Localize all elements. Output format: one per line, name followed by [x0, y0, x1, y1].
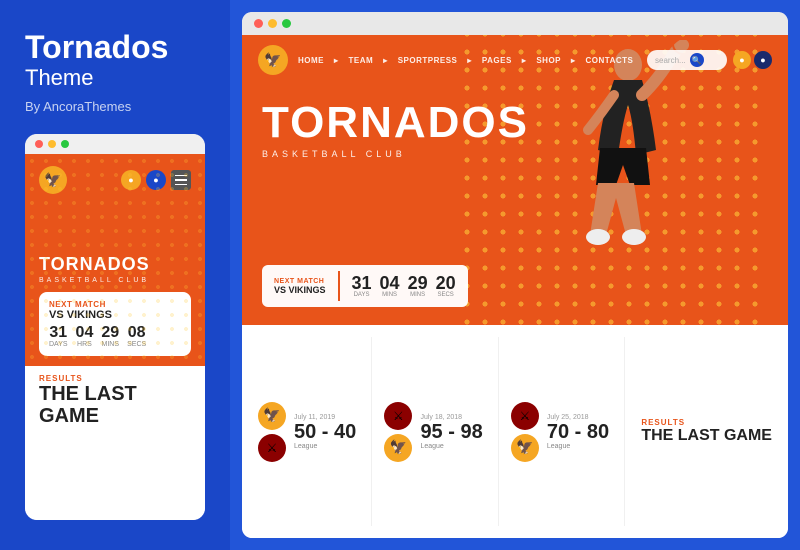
brand-subtitle: Theme [25, 65, 205, 91]
mobile-dot-pattern [25, 154, 205, 366]
search-icon[interactable]: 🔍 [690, 53, 704, 67]
desktop-count-days: 31 Days [352, 274, 372, 298]
result-logos-1: 🦅 ⚔ [258, 402, 286, 462]
result-card-3: ⚔ 🦅 July 25, 2018 70 - 80 League [499, 337, 625, 526]
nav-sep2: ▸ [467, 56, 472, 65]
desktop-user-buttons: ● ● [733, 51, 772, 69]
desktop-hero-main: TORNADOS BASKETBALL CLUB [242, 85, 788, 159]
result-logo-vikings-1: ⚔ [258, 434, 286, 462]
results-last-game: RESULTS THE LAST GAME [625, 337, 772, 526]
result-logos-2: ⚔ 🦅 [384, 402, 412, 462]
desktop-nav: 🦅 HOME ▸ TEAM ▸ SPORTPRESS ▸ PAGES ▸ SHO… [242, 35, 788, 85]
desktop-match-label: NEXT MATCH [274, 278, 326, 285]
mobile-hero: 🦅 ● ● TORNADOS BASKETBALL CLUB NEXT MATC… [25, 154, 205, 366]
nav-team-label[interactable]: TEAM [349, 56, 374, 65]
mobile-hero-subtitle: BASKETBALL CLUB [39, 277, 191, 284]
desktop-dot-green[interactable] [282, 19, 291, 28]
desktop-results-section: 🦅 ⚔ July 11, 2019 50 - 40 League ⚔ 🦅 [242, 325, 788, 538]
mobile-titlebar [25, 134, 205, 154]
nav-home[interactable]: HOME [298, 56, 324, 65]
desktop-user-btn-blue[interactable]: ● [754, 51, 772, 69]
mobile-dot-yellow [48, 140, 56, 148]
desktop-titlebar [242, 12, 788, 35]
nav-contacts[interactable]: CONTACTS [586, 56, 634, 65]
countdown-separator [338, 271, 340, 301]
mobile-results-label: RESULTS [39, 374, 191, 383]
desktop-countdown: 31 Days 04 Mins 29 Mins 20 [352, 274, 456, 298]
nav-sportpress[interactable]: SPORTPRESS [398, 56, 458, 65]
mobile-dot-green [61, 140, 69, 148]
mobile-results-title: THE LAST GAME [39, 383, 191, 427]
result-card-2: ⚔ 🦅 July 18, 2018 95 - 98 League [372, 337, 498, 526]
desktop-user-btn-orange[interactable]: ● [733, 51, 751, 69]
nav-sep4: ▸ [571, 56, 576, 65]
result-score-block-1: July 11, 2019 50 - 40 League [294, 414, 356, 450]
result-logo-tornados-2: 🦅 [384, 434, 412, 462]
right-panel: 🦅 HOME ▸ TEAM ▸ SPORTPRESS ▸ PAGES ▸ SHO… [230, 0, 800, 550]
result-score-block-3: July 25, 2018 70 - 80 League [547, 414, 609, 450]
nav-pages[interactable]: PAGES [482, 56, 512, 65]
nav-team[interactable]: ▸ [334, 56, 339, 65]
desktop-hero: 🦅 HOME ▸ TEAM ▸ SPORTPRESS ▸ PAGES ▸ SHO… [242, 35, 788, 325]
results-last-title: THE LAST GAME [641, 427, 772, 445]
desktop-dot-yellow[interactable] [268, 19, 277, 28]
desktop-match-info: NEXT MATCH VS VIKINGS [274, 278, 326, 295]
nav-sep1: ▸ [383, 56, 388, 65]
desktop-count-mins: 04 Mins [380, 274, 400, 298]
desktop-nav-links: HOME ▸ TEAM ▸ SPORTPRESS ▸ PAGES ▸ SHOP … [298, 56, 633, 65]
left-panel: Tornados Theme By AncoraThemes 🦅 ● ● [0, 0, 230, 550]
result-logo-vikings-2: ⚔ [384, 402, 412, 430]
desktop-content: 🦅 HOME ▸ TEAM ▸ SPORTPRESS ▸ PAGES ▸ SHO… [242, 35, 788, 538]
brand-title: Tornados [25, 30, 205, 65]
result-card-1: 🦅 ⚔ July 11, 2019 50 - 40 League [258, 337, 372, 526]
nav-shop[interactable]: SHOP [536, 56, 561, 65]
search-placeholder: search... [655, 56, 686, 65]
mobile-dot-red [35, 140, 43, 148]
desktop-count-mins2: 29 Mins [408, 274, 428, 298]
desktop-count-secs: 20 Secs [436, 274, 456, 298]
desktop-match-vs: VS VIKINGS [274, 285, 326, 295]
mobile-results-section: RESULTS THE LAST GAME [25, 366, 205, 520]
desktop-match-bar: NEXT MATCH VS VIKINGS 31 Days 04 Mins [262, 265, 468, 307]
brand-by: By AncoraThemes [25, 99, 205, 114]
desktop-nav-right: search... 🔍 ● ● [647, 50, 772, 70]
desktop-logo: 🦅 [258, 45, 288, 75]
nav-sep3: ▸ [522, 56, 527, 65]
desktop-hero-subtitle: BASKETBALL CLUB [262, 149, 768, 159]
desktop-mockup: 🦅 HOME ▸ TEAM ▸ SPORTPRESS ▸ PAGES ▸ SHO… [242, 12, 788, 538]
result-logo-vikings-3: ⚔ [511, 402, 539, 430]
desktop-hero-title: TORNADOS [262, 101, 768, 145]
results-last-label: RESULTS [641, 418, 772, 427]
desktop-dot-red[interactable] [254, 19, 263, 28]
result-logo-tornados-1: 🦅 [258, 402, 286, 430]
result-logo-tornados-3: 🦅 [511, 434, 539, 462]
result-logos-3: ⚔ 🦅 [511, 402, 539, 462]
mobile-mockup: 🦅 ● ● TORNADOS BASKETBALL CLUB NEXT MATC… [25, 134, 205, 520]
result-score-block-2: July 18, 2018 95 - 98 League [420, 414, 482, 450]
desktop-search-box[interactable]: search... 🔍 [647, 50, 727, 70]
